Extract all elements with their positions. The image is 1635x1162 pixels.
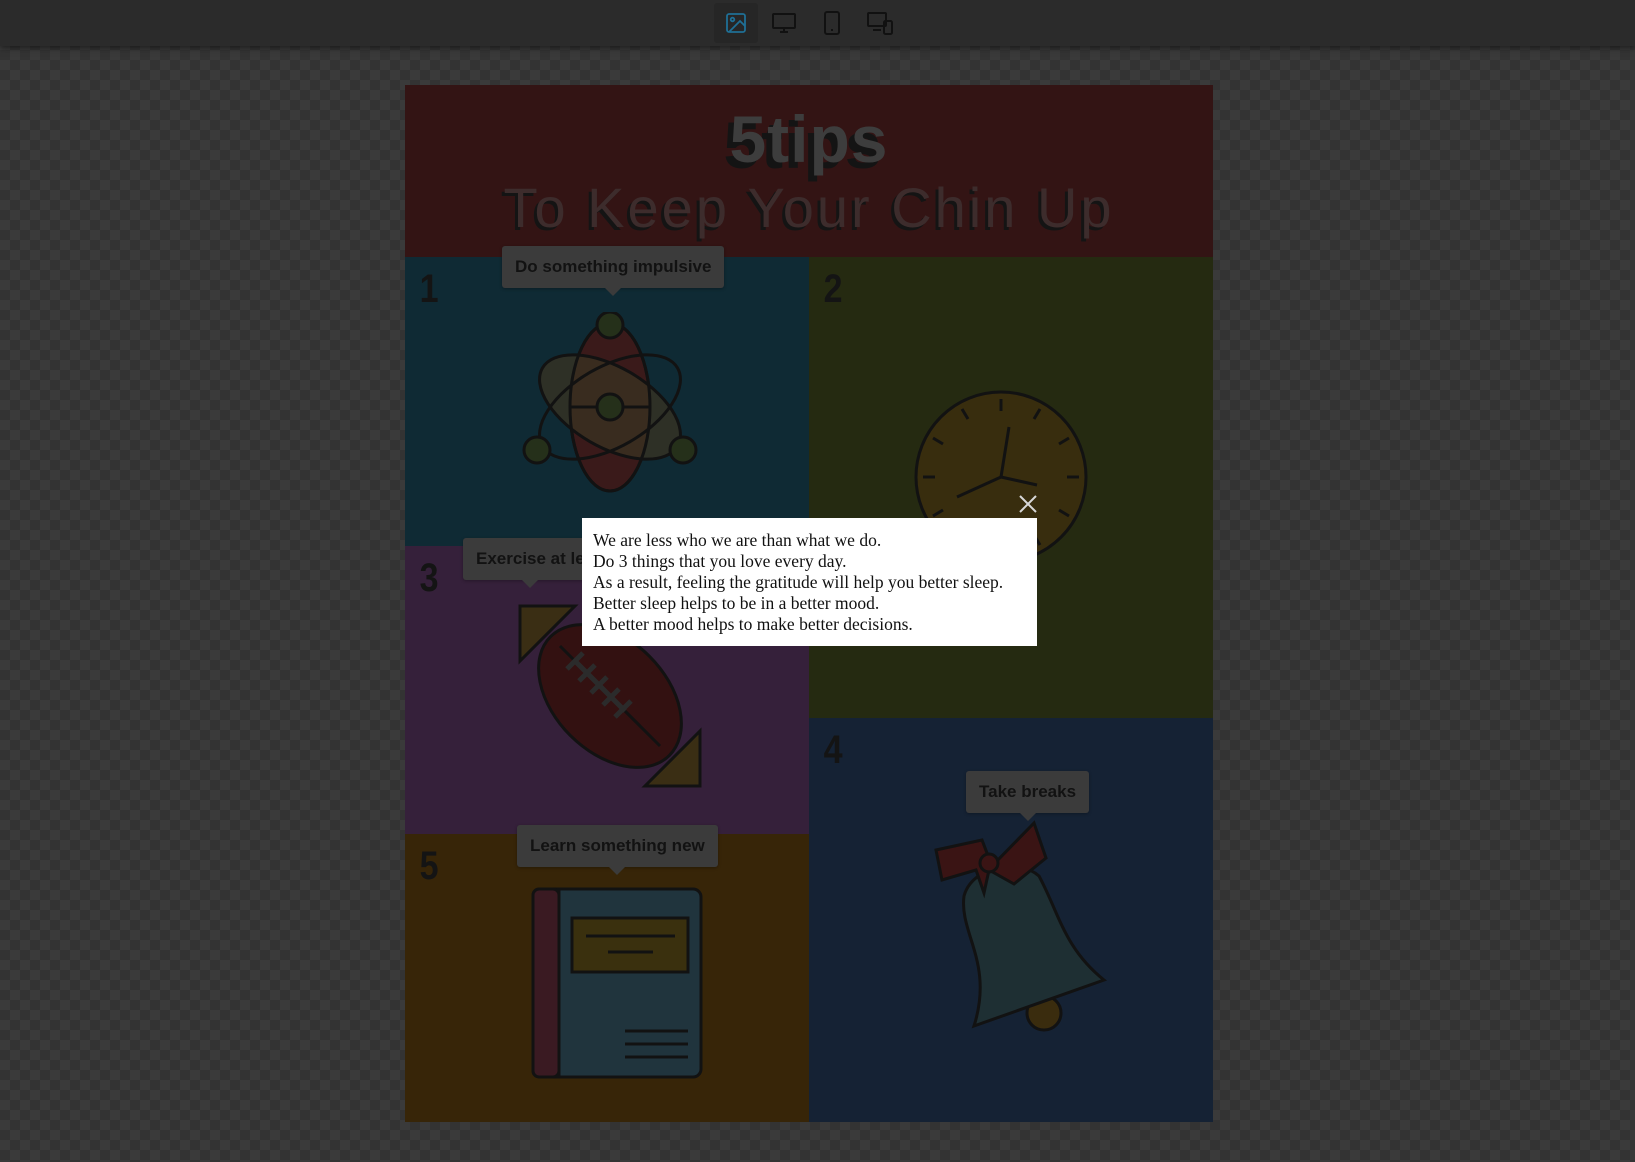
view-mode-group xyxy=(714,0,902,46)
tip-number: 2 xyxy=(823,267,843,311)
tip-number: 4 xyxy=(823,728,843,772)
modal-line: Better sleep helps to be in a better moo… xyxy=(593,593,880,613)
tablet-icon xyxy=(824,11,840,35)
modal-line: As a result, feeling the gratitude will … xyxy=(593,572,1004,592)
poster-subtitle: To Keep Your Chin Up xyxy=(503,176,1115,239)
tablet-view-button[interactable] xyxy=(810,3,854,43)
close-icon xyxy=(1019,495,1037,513)
close-button[interactable] xyxy=(1016,492,1040,516)
tip-number: 3 xyxy=(419,556,439,600)
tip-label-5: Learn something new xyxy=(517,825,718,875)
atom-icon xyxy=(522,312,698,493)
image-view-button[interactable] xyxy=(714,3,758,43)
responsive-view-button[interactable] xyxy=(858,3,902,43)
modal-line: We are less who we are than what we do. xyxy=(593,530,882,550)
book-icon xyxy=(531,887,703,1079)
toolbar xyxy=(0,0,1635,46)
tip-number: 1 xyxy=(419,267,439,311)
desktop-icon xyxy=(772,13,796,33)
image-icon xyxy=(726,13,746,33)
modal-line: A better mood helps to make better decis… xyxy=(593,614,913,634)
poster-title: 5tips xyxy=(729,102,889,176)
modal-line: Do 3 things that you love every day. xyxy=(593,551,847,571)
bell-icon xyxy=(934,820,1108,1032)
tip-cell-1: 1 xyxy=(405,257,809,546)
poster-header: 5tips To Keep Your Chin Up xyxy=(405,85,1213,257)
tip-label-4: Take breaks xyxy=(966,771,1090,821)
quote-modal: We are less who we are than what we do. … xyxy=(582,518,1037,646)
tip-number: 5 xyxy=(419,844,439,888)
tip-label-1: Do something impulsive xyxy=(502,246,725,296)
tip-cell-2: 2 xyxy=(809,257,1213,718)
tip-cell-5: 5 xyxy=(405,834,809,1122)
tip-label-3: Exercise at le xyxy=(463,538,598,588)
responsive-devices-icon xyxy=(867,12,893,35)
desktop-view-button[interactable] xyxy=(762,3,806,43)
